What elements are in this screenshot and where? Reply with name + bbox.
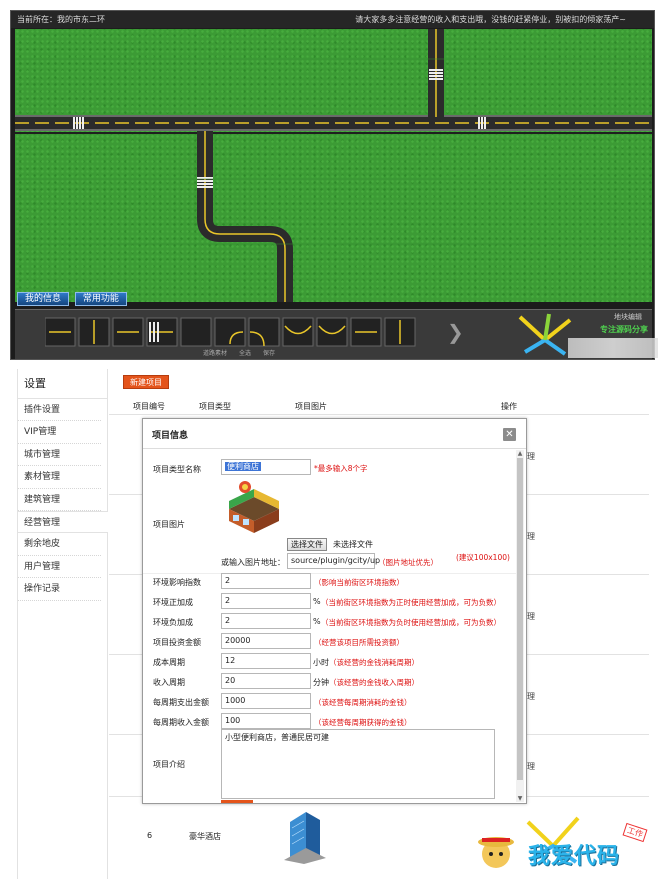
- sidebar-item-assets[interactable]: 素材管理: [18, 466, 101, 489]
- income-hint: （该经营每周期获得的金钱）: [314, 718, 412, 727]
- dialog-header: 项目信息 ✕: [143, 419, 526, 449]
- chevron-right-icon[interactable]: ❯: [447, 320, 464, 344]
- intro-textarea[interactable]: 小型便利商店，普通民居可建: [221, 729, 495, 799]
- row-action[interactable]: 理: [527, 691, 535, 702]
- road-palette: ❯ 道路素材 全选 保存 地块编辑 专注源码分享: [15, 309, 652, 359]
- env-negative-input[interactable]: 2: [221, 613, 311, 629]
- row-action[interactable]: 理: [527, 451, 535, 462]
- close-icon[interactable]: ✕: [503, 428, 516, 441]
- sidebar-item-plugin-settings[interactable]: 插件设置: [18, 399, 101, 422]
- image-size-hint: (建议100x100): [456, 553, 510, 562]
- sidebar-item-land[interactable]: 剩余地皮: [18, 533, 101, 556]
- file-status: 未选择文件: [333, 540, 373, 549]
- env-positive-hint: （当前街区环境指数为正时使用经营加成，可为负数）: [321, 598, 501, 607]
- scroll-down-icon[interactable]: ▼: [516, 795, 524, 802]
- cost-cycle-input[interactable]: 12: [221, 653, 311, 669]
- income-input[interactable]: 100: [221, 713, 311, 729]
- hotel-image: [284, 812, 326, 864]
- sidebar-item-buildings[interactable]: 建筑管理: [18, 489, 101, 511]
- income-cycle-hint: （该经营的金钱收入周期）: [329, 678, 419, 687]
- site-logo-icon: [518, 313, 572, 356]
- dialog-title: 项目信息: [152, 431, 189, 441]
- env-positive-unit: %: [313, 597, 321, 606]
- env-negative-hint: （当前街区环境指数为负时使用经营加成，可为负数）: [321, 618, 501, 627]
- tile-edit-link[interactable]: 地块编辑: [614, 312, 642, 322]
- sidebar-item-vip[interactable]: VIP管理: [18, 421, 101, 444]
- game-tabs: 我的信息 常用功能: [17, 292, 130, 306]
- name-hint: *最多输入8个字: [314, 464, 368, 473]
- row-type: 豪华酒店: [189, 832, 221, 841]
- row-action[interactable]: 理: [527, 761, 535, 772]
- intro-label: 项目介绍: [153, 760, 185, 769]
- field-divider: [143, 573, 518, 574]
- project-info-dialog: 项目信息 ✕ 项目类型名称 便利商店 *最多输入8个字 项目图片 选择文件 未选…: [142, 418, 527, 804]
- row-action[interactable]: 理: [527, 611, 535, 622]
- env-negative-unit: %: [313, 617, 321, 626]
- env-index-input[interactable]: 2: [221, 573, 311, 589]
- investment-input[interactable]: 20000: [221, 633, 311, 649]
- sidebar-item-city[interactable]: 城市管理: [18, 444, 101, 467]
- my-info-tab[interactable]: 我的信息: [17, 292, 70, 306]
- sidebar-item-logs[interactable]: 操作记录: [18, 578, 101, 601]
- watermark-text: 我爱代码: [528, 843, 621, 869]
- new-project-button[interactable]: 新建项目: [123, 375, 169, 389]
- column-id: 项目编号: [133, 402, 165, 411]
- dialog-scrollbar[interactable]: ▲ ▼: [516, 450, 524, 802]
- cost-cycle-unit: 小时: [313, 658, 329, 667]
- common-functions-tab[interactable]: 常用功能: [74, 292, 127, 306]
- row-id: 6: [147, 831, 153, 840]
- income-cycle-input[interactable]: 20: [221, 673, 311, 689]
- image-label: 项目图片: [153, 520, 185, 529]
- name-label: 项目类型名称: [153, 465, 201, 474]
- field-label-investment: 项目投资金额: [153, 638, 201, 647]
- choose-file-button[interactable]: 选择文件: [287, 538, 327, 551]
- field-label-expense: 每周期支出金额: [153, 698, 209, 707]
- palette-label-save[interactable]: 保存: [263, 348, 275, 357]
- location-text: 当前所在：我的市东二环: [17, 15, 105, 24]
- road-tiles[interactable]: [45, 316, 445, 348]
- game-top-bar: 当前所在：我的市东二环 请大家多多注意经营的收入和支出哦，没钱的赶紧停业，别被扣…: [11, 11, 654, 28]
- road-layer: [15, 29, 652, 302]
- income-cycle-unit: 分钟: [313, 678, 329, 687]
- field-label-env-negative: 环境负加成: [153, 618, 193, 627]
- column-type: 项目类型: [199, 402, 231, 411]
- notice-text: 请大家多多注意经营的收入和支出哦，没钱的赶紧停业，别被扣的倾家荡产~: [355, 15, 626, 24]
- name-value: 便利商店: [225, 462, 261, 471]
- env-positive-input[interactable]: 2: [221, 593, 311, 609]
- submit-button[interactable]: [221, 800, 253, 803]
- field-label-env-positive: 环境正加成: [153, 598, 193, 607]
- store-image: [229, 481, 279, 533]
- image-url-input[interactable]: source/plugin/gcity/up: [287, 553, 380, 569]
- city-game-view: 当前所在：我的市东二环 请大家多多注意经营的收入和支出哦，没钱的赶紧停业，别被扣…: [10, 10, 655, 360]
- palette-label-road[interactable]: 道路素材: [203, 348, 227, 357]
- expense-hint: （该经营每周期消耗的金钱）: [314, 698, 412, 707]
- image-url-hint: （图片地址优先）: [378, 558, 438, 567]
- table-header: 项目编号 项目类型 项目图片 操作: [109, 397, 649, 415]
- field-label-env-index: 环境影响指数: [153, 578, 201, 587]
- image-url-label: 或输入图片地址：: [221, 558, 285, 567]
- scroll-up-icon[interactable]: ▲: [516, 450, 524, 457]
- blurred-region: [568, 338, 658, 358]
- city-map[interactable]: [15, 29, 652, 302]
- env-index-hint: （影响当前街区环境指数）: [314, 578, 404, 587]
- column-actions: 操作: [501, 402, 517, 411]
- sidebar-item-users[interactable]: 用户管理: [18, 556, 101, 579]
- sidebar-title: 设置: [18, 369, 107, 399]
- field-label-income-cycle: 收入周期: [153, 678, 185, 687]
- scroll-thumb[interactable]: [517, 458, 523, 780]
- name-input[interactable]: 便利商店: [221, 459, 311, 475]
- logo-tagline: 专注源码分享: [600, 325, 648, 334]
- field-label-income: 每周期收入金额: [153, 718, 209, 727]
- expense-input[interactable]: 1000: [221, 693, 311, 709]
- palette-label-select-all[interactable]: 全选: [239, 348, 251, 357]
- investment-hint: （经营该项目所需投资额）: [314, 638, 404, 647]
- column-image: 项目图片: [295, 402, 327, 411]
- cost-cycle-hint: （该经营的金钱消耗周期）: [329, 658, 419, 667]
- row-action[interactable]: 理: [527, 531, 535, 542]
- field-label-cost-cycle: 成本周期: [153, 658, 185, 667]
- sidebar-item-business[interactable]: 经营管理: [18, 510, 108, 534]
- sidebar: 设置 插件设置 VIP管理 城市管理 素材管理 建筑管理 经营管理 剩余地皮 用…: [18, 369, 108, 879]
